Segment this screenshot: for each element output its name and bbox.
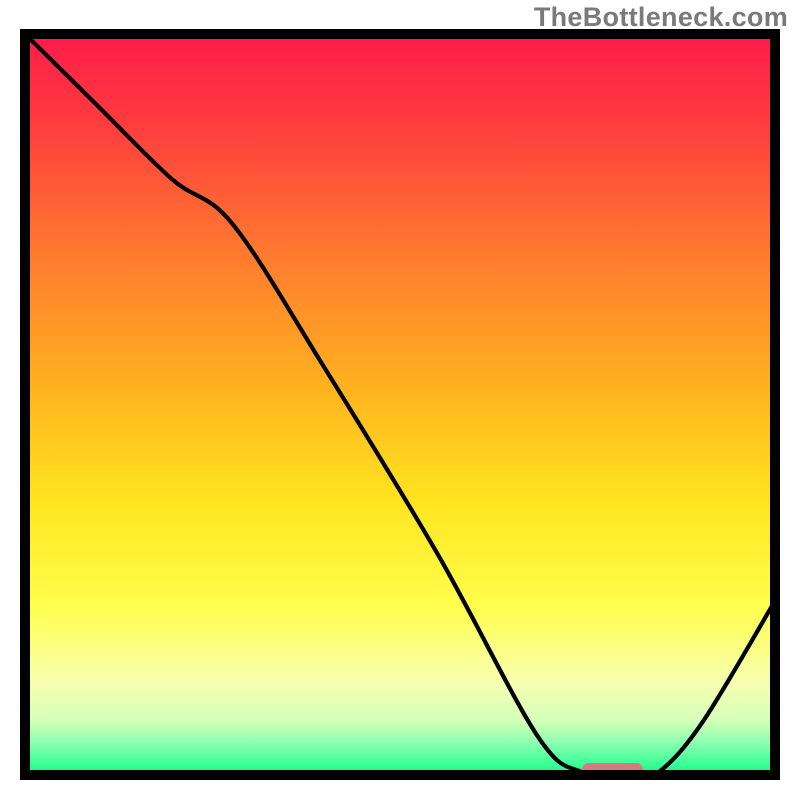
plot-area <box>20 29 780 780</box>
bottleneck-curve <box>20 29 780 780</box>
chart-frame: TheBottleneck.com <box>0 0 800 800</box>
optimal-zone-marker <box>582 763 643 777</box>
